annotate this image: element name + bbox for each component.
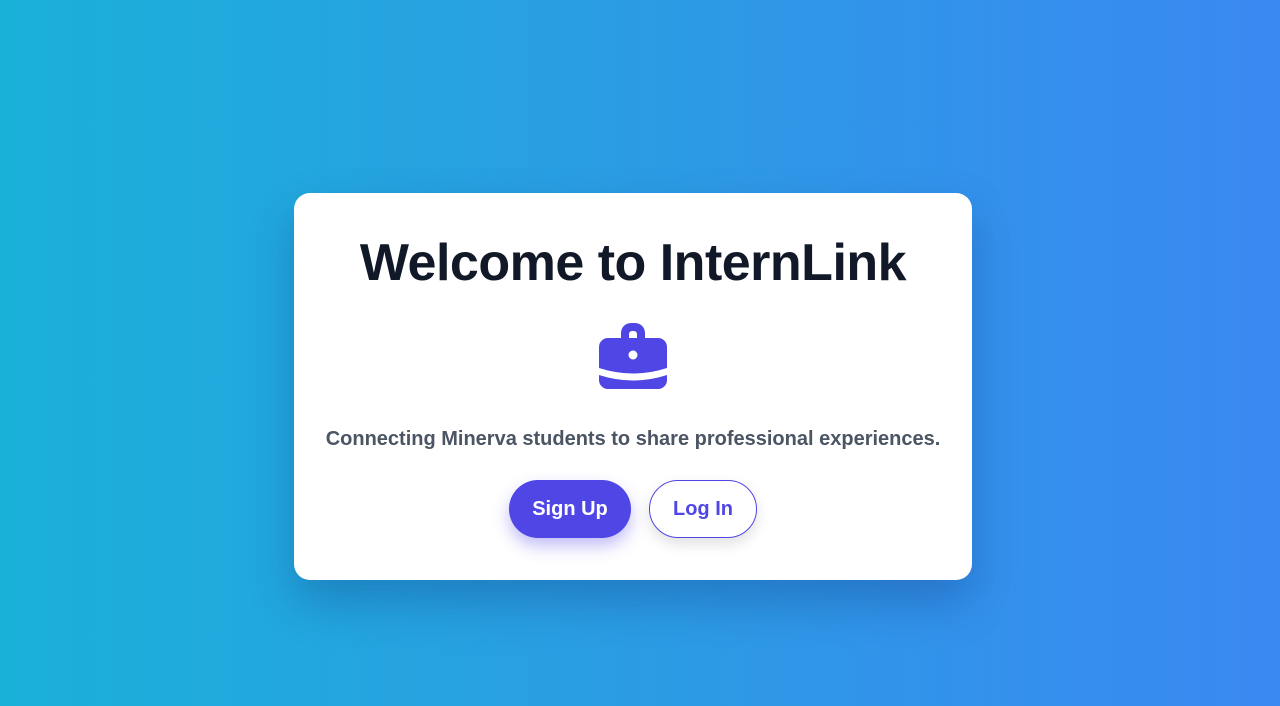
page-title: Welcome to InternLink xyxy=(359,234,907,292)
welcome-card: Welcome to InternLink Connecting Minerva… xyxy=(294,193,972,580)
tagline: Connecting Minerva students to share pro… xyxy=(325,428,941,450)
log-in-button[interactable]: Log In xyxy=(649,480,757,538)
auth-actions: Sign Up Log In xyxy=(294,480,972,538)
briefcase-icon xyxy=(598,321,668,391)
sign-up-button[interactable]: Sign Up xyxy=(509,480,631,538)
